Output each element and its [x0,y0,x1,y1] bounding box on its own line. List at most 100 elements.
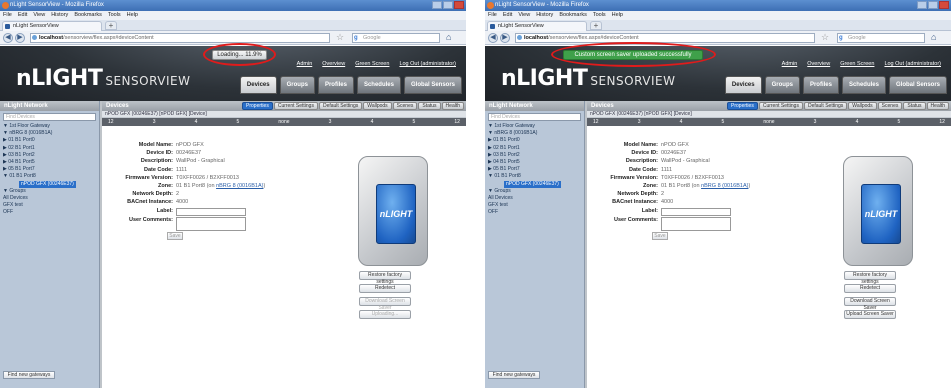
tab-global-sensors[interactable]: Global Sensors [403,76,462,94]
restore-factory-settings-button[interactable]: Restore factory settings [359,271,411,285]
maximize-button[interactable] [443,1,453,9]
close-button[interactable] [939,1,949,9]
bookmark-star-icon[interactable]: ☆ [336,32,344,43]
restore-factory-settings-button[interactable]: Restore factory settings [844,271,896,285]
browser-tab[interactable]: nLight SensorView [2,21,102,31]
find-devices-input[interactable]: Find Devices [488,113,581,121]
menu-bookmarks[interactable]: Bookmarks [74,11,102,20]
tree-group-item[interactable]: OFF [488,209,584,216]
url-bar[interactable]: localhost/sensorview/flex.aspx#deviceCon… [515,33,815,43]
logout-link[interactable]: Log Out (administrator) [399,61,456,67]
back-icon[interactable]: ◀ [3,33,13,43]
save-button[interactable]: Save [167,232,183,240]
search-input[interactable]: g Google [837,33,925,43]
tree-port[interactable]: ▶ 04 B1 Port5 [488,159,584,166]
tree-group-item[interactable]: OFF [3,209,99,216]
subtab-default-settings[interactable]: Default Settings [803,102,848,110]
subtab-health[interactable]: Health [441,102,464,110]
label-input[interactable] [176,207,246,216]
comments-input[interactable] [176,216,246,231]
find-gateways-button[interactable]: Find new gateways [3,371,55,379]
logout-link[interactable]: Log Out (administrator) [884,61,941,67]
subtab-default-settings[interactable]: Default Settings [318,102,363,110]
tab-devices[interactable]: Devices [239,76,277,94]
tree-gateway[interactable]: ▼ 1st Floor Gateway [3,123,99,130]
uploading-button[interactable]: Uploading... [359,310,411,319]
tab-profiles[interactable]: Profiles [802,76,839,94]
menu-view[interactable]: View [33,11,45,20]
admin-link[interactable]: Admin [782,61,798,67]
tree-port[interactable]: ▶ 02 B1 Port1 [488,145,584,152]
zone-link[interactable]: nBRG 8 (0016B1A) [701,183,748,189]
subtab-current-settings[interactable]: Current Settings [758,102,803,110]
tree-group-item[interactable]: All Devices [488,195,584,202]
subtab-wallpods[interactable]: Wallpods [363,102,392,110]
url-bar[interactable]: localhost/sensorview/flex.aspx#deviceCon… [30,33,330,43]
subtab-properties[interactable]: Properties [242,102,273,110]
download-screen-saver-button[interactable]: Download Screen Saver [844,297,896,311]
tab-schedules[interactable]: Schedules [356,76,401,94]
browser-tab[interactable]: nLight SensorView [487,21,587,31]
comments-input[interactable] [661,216,731,231]
tree-port[interactable]: ▶ 03 B1 Port2 [3,152,99,159]
subtab-health[interactable]: Health [926,102,949,110]
subtab-current-settings[interactable]: Current Settings [273,102,318,110]
new-tab-button[interactable]: + [590,21,602,30]
tab-schedules[interactable]: Schedules [841,76,886,94]
upload-screen-saver-button[interactable]: Upload Screen Saver [844,310,896,319]
subtab-properties[interactable]: Properties [727,102,758,110]
tree-port[interactable]: ▶ 05 B1 Port7 [488,166,584,173]
tree-group-item[interactable]: GFX test [3,202,99,209]
tree-port[interactable]: ▼ 01 B1 Port8 [488,173,584,180]
tree-port[interactable]: ▶ 01 B1 Port0 [3,137,99,144]
menu-tools[interactable]: Tools [593,11,606,20]
tree-port[interactable]: ▼ 01 B1 Port8 [3,173,99,180]
menu-view[interactable]: View [518,11,530,20]
tree-groups[interactable]: ▼ Groups [3,188,99,195]
home-icon[interactable]: ⌂ [931,32,936,42]
tree-group-item[interactable]: All Devices [3,195,99,202]
menu-history[interactable]: History [51,11,68,20]
find-gateways-button[interactable]: Find new gateways [488,371,540,379]
minimize-button[interactable] [917,1,927,9]
forward-icon[interactable]: ▶ [500,33,510,43]
tab-devices[interactable]: Devices [724,76,762,94]
tree-groups[interactable]: ▼ Groups [488,188,584,195]
green-screen-link[interactable]: Green Screen [355,61,389,67]
tree-bridge[interactable]: ▼ nBRG 8 (0016B1A) [488,130,584,137]
subtab-status[interactable]: Status [903,102,926,110]
new-tab-button[interactable]: + [105,21,117,30]
tree-selected-device[interactable]: nPOD GFX (00246E37) [19,180,76,188]
subtab-status[interactable]: Status [418,102,441,110]
menu-tools[interactable]: Tools [108,11,121,20]
menu-help[interactable]: Help [127,11,138,20]
label-input[interactable] [661,207,731,216]
tree-gateway[interactable]: ▼ 1st Floor Gateway [488,123,584,130]
tab-profiles[interactable]: Profiles [317,76,354,94]
overview-link[interactable]: Overview [807,61,830,67]
tab-groups[interactable]: Groups [764,76,800,94]
tree-port[interactable]: ▶ 02 B1 Port1 [3,145,99,152]
subtab-wallpods[interactable]: Wallpods [848,102,877,110]
tree-port[interactable]: ▶ 03 B1 Port2 [488,152,584,159]
zone-link[interactable]: nBRG 8 (0016B1A) [216,183,263,189]
menu-file[interactable]: File [488,11,497,20]
home-icon[interactable]: ⌂ [446,32,451,42]
minimize-button[interactable] [432,1,442,9]
tree-selected-device[interactable]: nPOD GFX (00246E37) [504,180,561,188]
redetect-button[interactable]: Redetect [844,284,896,293]
tree-port[interactable]: ▶ 05 B1 Port7 [3,166,99,173]
tab-groups[interactable]: Groups [279,76,315,94]
tree-port[interactable]: ▶ 01 B1 Port0 [488,137,584,144]
tree-port[interactable]: ▶ 04 B1 Port5 [3,159,99,166]
forward-icon[interactable]: ▶ [15,33,25,43]
maximize-button[interactable] [928,1,938,9]
menu-edit[interactable]: Edit [503,11,512,20]
subtab-scenes[interactable]: Scenes [877,102,903,110]
overview-link[interactable]: Overview [322,61,345,67]
bookmark-star-icon[interactable]: ☆ [821,32,829,43]
tree-group-item[interactable]: GFX test [488,202,584,209]
menu-history[interactable]: History [536,11,553,20]
menu-file[interactable]: File [3,11,12,20]
download-screen-saver-button[interactable]: Download Screen Saver [359,297,411,311]
